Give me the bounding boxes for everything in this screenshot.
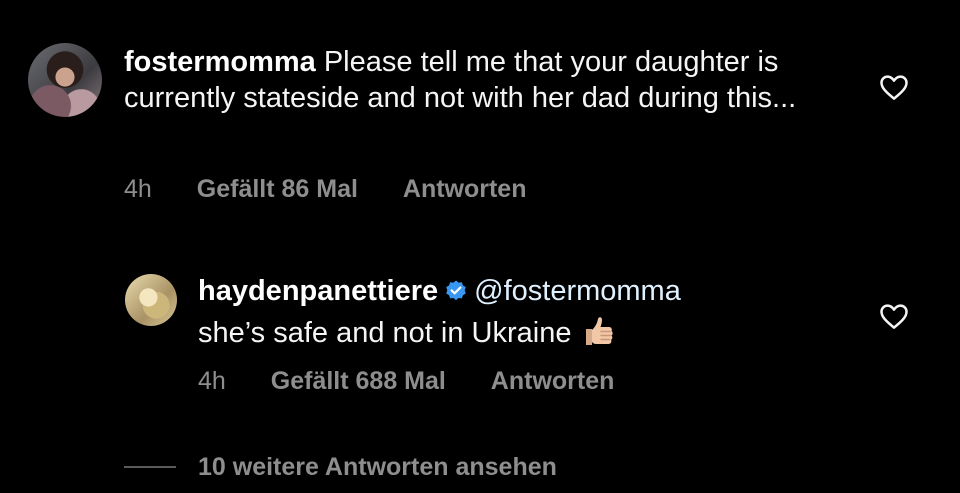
- comment-text: she’s safe and not in Ukraine: [198, 317, 572, 349]
- comment-body: fostermomma Please tell me that your dau…: [124, 44, 824, 116]
- heart-icon[interactable]: [879, 302, 909, 330]
- avatar[interactable]: [125, 274, 177, 326]
- view-more-label: 10 weitere Antworten ansehen: [198, 452, 557, 481]
- comment-username[interactable]: haydenpanettiere: [198, 275, 438, 307]
- comment-time: 4h: [198, 367, 226, 395]
- verified-badge-icon: [444, 276, 468, 312]
- comment-meta: 4h Gefällt 86 Mal Antworten: [124, 175, 527, 204]
- comment-likes[interactable]: Gefällt 688 Mal: [271, 367, 446, 396]
- comment-time: 4h: [124, 175, 152, 203]
- comment-likes[interactable]: Gefällt 86 Mal: [197, 175, 358, 204]
- reply-button[interactable]: Antworten: [403, 175, 527, 204]
- divider-line: [124, 466, 176, 468]
- comment-body: haydenpanettiere @fostermomma she’s safe…: [198, 273, 838, 359]
- mention-link[interactable]: @fostermomma: [474, 275, 681, 307]
- reply-button[interactable]: Antworten: [491, 367, 615, 396]
- comment-username[interactable]: fostermomma: [124, 46, 316, 78]
- comment-meta: 4h Gefällt 688 Mal Antworten: [198, 367, 614, 396]
- view-more-replies-button[interactable]: 10 weitere Antworten ansehen: [124, 451, 557, 483]
- heart-icon[interactable]: [879, 73, 909, 101]
- avatar[interactable]: [28, 43, 102, 117]
- thumbs-up-emoji-icon: [579, 312, 617, 359]
